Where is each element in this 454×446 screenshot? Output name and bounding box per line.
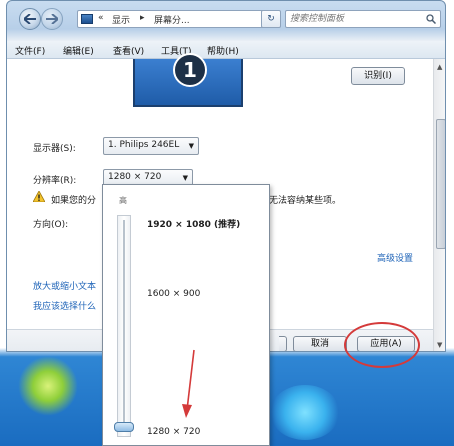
monitor-preview[interactable]: 1: [133, 53, 243, 107]
resolution-label: 分辨率(R):: [33, 176, 77, 186]
display-select[interactable]: 1. Philips 246EL ▼: [103, 137, 199, 155]
wallpaper-glow: [270, 385, 340, 440]
control-panel-icon: [81, 14, 93, 24]
menu-view[interactable]: 查看(V): [113, 44, 144, 57]
scroll-up-icon[interactable]: ▲: [437, 63, 442, 71]
search-icon[interactable]: [426, 14, 436, 24]
resolution-option-1600[interactable]: 1600 × 900: [147, 289, 200, 299]
pointer-arrow-annotation: [182, 349, 195, 418]
apply-highlight-annotation: [344, 322, 420, 368]
resolution-help-link[interactable]: 我应该选择什么: [33, 299, 96, 312]
breadcrumb-separator-icon[interactable]: ▸: [140, 13, 145, 23]
scroll-thumb[interactable]: [436, 119, 445, 249]
warning-icon: [33, 191, 45, 202]
chevron-down-icon: ▼: [188, 142, 194, 150]
monitor-number: 1: [173, 53, 207, 87]
resolution-option-1280[interactable]: 1280 × 720: [147, 427, 200, 437]
forward-button[interactable]: [41, 8, 63, 30]
text-size-link[interactable]: 放大或缩小文本: [33, 279, 96, 292]
scroll-down-icon[interactable]: ▼: [437, 341, 442, 349]
search-input[interactable]: [290, 12, 430, 26]
display-label: 显示器(S):: [33, 144, 76, 154]
breadcrumb-display[interactable]: 显示: [112, 13, 130, 26]
address-bar: « 显示 ▸ 屏幕分... ▾ ↻: [7, 7, 445, 33]
warning-text-continued: 无法容纳某些项。: [269, 196, 342, 206]
chevron-down-icon: ▼: [182, 174, 188, 182]
menu-edit[interactable]: 编辑(E): [63, 44, 94, 57]
back-button[interactable]: [19, 8, 41, 30]
identify-button[interactable]: 识别(I): [351, 67, 405, 85]
address-field[interactable]: « 显示 ▸ 屏幕分... ▾: [77, 10, 275, 28]
menu-file[interactable]: 文件(F): [15, 44, 45, 57]
menu-bar: 文件(F) 编辑(E) 查看(V) 工具(T) 帮助(H): [7, 41, 445, 59]
ok-button[interactable]: [279, 336, 287, 351]
search-field[interactable]: [285, 10, 441, 28]
breadcrumb-screen-resolution[interactable]: 屏幕分...: [154, 13, 190, 26]
resolution-option-1920[interactable]: 1920 × 1080 (推荐): [147, 217, 240, 230]
breadcrumb-overflow-chevron[interactable]: «: [98, 13, 104, 23]
vertical-scrollbar[interactable]: ▲ ▼: [433, 59, 445, 351]
back-arrow-icon: [24, 14, 36, 24]
resolution-select-value: 1280 × 720: [108, 172, 162, 182]
resolution-high-label: 高: [119, 196, 127, 205]
wallpaper-glow: [18, 356, 78, 416]
forward-arrow-icon: [46, 14, 58, 24]
warning-text: 如果您的分: [51, 196, 97, 206]
menu-help[interactable]: 帮助(H): [207, 44, 239, 57]
resolution-slider[interactable]: [114, 215, 134, 437]
display-select-value: 1. Philips 246EL: [108, 140, 180, 150]
resolution-slider-thumb[interactable]: [114, 422, 134, 432]
refresh-button[interactable]: ↻: [261, 10, 281, 28]
cancel-button[interactable]: 取消: [293, 336, 347, 351]
orientation-label: 方向(O):: [33, 220, 69, 230]
advanced-settings-link[interactable]: 高级设置: [377, 251, 413, 264]
